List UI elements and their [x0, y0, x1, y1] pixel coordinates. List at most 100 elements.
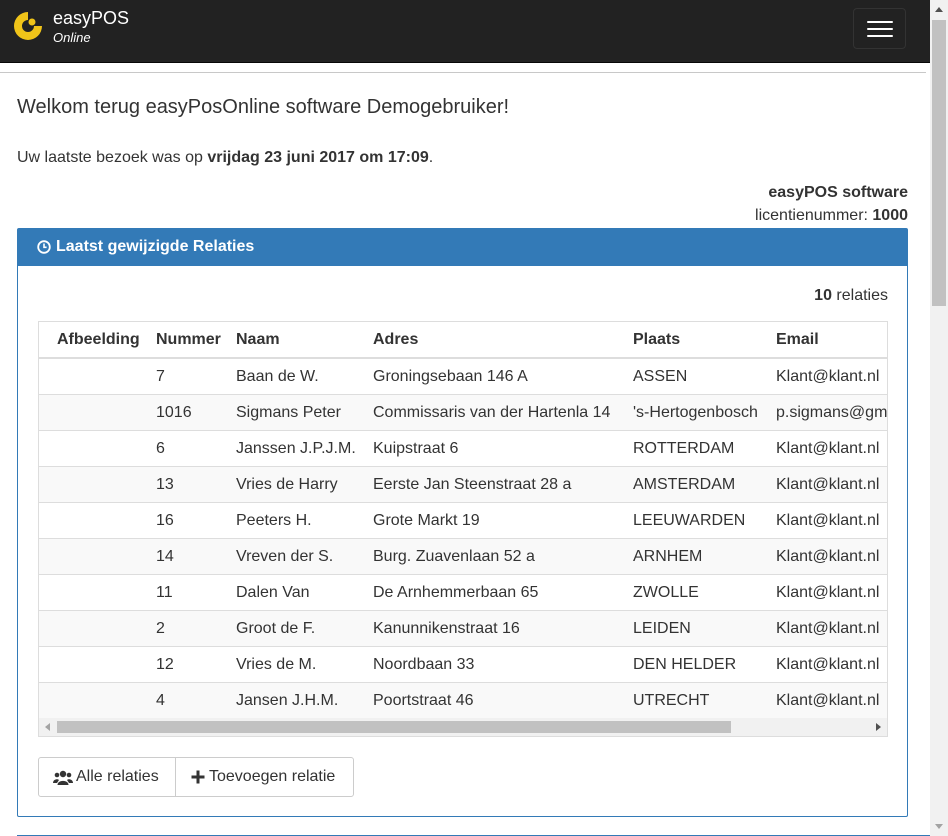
column-header[interactable]: Adres: [373, 331, 418, 349]
cell-city: UTRECHT: [633, 692, 710, 709]
cell-name: Groot de F.: [236, 620, 316, 637]
relations-count: 10 relaties: [814, 287, 888, 305]
cell-name: Vries de M.: [236, 656, 317, 673]
license-number: 1000: [872, 207, 908, 224]
table-row[interactable]: 6 Janssen J.P.J.M. Kuipstraat 6 ROTTERDAM Kl…: [39, 430, 887, 467]
brand-name[interactable]: easyPOS: [53, 8, 129, 29]
cell-city: AMSTERDAM: [633, 476, 736, 493]
last-visit-prefix: Uw laatste bezoek was op: [17, 149, 208, 166]
last-visit-text: Uw laatste bezoek was op vrijdag 23 juni…: [17, 149, 433, 167]
cell-city: DEN HELDER: [633, 656, 737, 673]
cell-name: Jansen J.H.M.: [236, 692, 339, 709]
column-header[interactable]: Email: [776, 331, 819, 349]
cell-city: ZWOLLE: [633, 584, 699, 601]
column-header[interactable]: Afbeelding: [57, 331, 140, 349]
cell-city: ASSEN: [633, 368, 688, 385]
panel-heading: Laatst gewijzigde Relaties: [18, 229, 907, 266]
cell-number: 2: [156, 620, 165, 637]
license-info: licentienummer: 1000: [755, 207, 908, 225]
cell-email: Klant@klant.nl: [776, 656, 880, 673]
welcome-message: Welkom terug easyPosOnline software Demo…: [17, 96, 510, 118]
scroll-up-icon[interactable]: [935, 7, 943, 12]
cell-email: Klant@klant.nl: [776, 584, 880, 601]
recent-relations-panel: Laatst gewijzigde Relaties 10 relaties A…: [17, 228, 908, 817]
scroll-right-icon[interactable]: [876, 723, 881, 731]
easypos-logo-icon[interactable]: [12, 10, 44, 42]
cell-email: Klant@klant.nl: [776, 548, 880, 565]
cell-city: 's-Hertogenbosch: [633, 404, 758, 421]
cell-name: Dalen Van: [236, 584, 310, 601]
cell-city: LEIDEN: [633, 620, 691, 637]
cell-number: 6: [156, 440, 165, 457]
cell-number: 13: [156, 476, 174, 493]
cell-name: Peeters H.: [236, 512, 312, 529]
page-scroll-thumb[interactable]: [932, 20, 946, 306]
table-horizontal-scrollbar[interactable]: [39, 718, 887, 736]
cell-number: 12: [156, 656, 174, 673]
cell-address: Kuipstraat 6: [373, 440, 459, 457]
cell-email: p.sigmans@gm: [776, 404, 888, 421]
cell-name: Vries de Harry: [236, 476, 338, 493]
cell-email: Klant@klant.nl: [776, 476, 880, 493]
cell-name: Vreven der S.: [236, 548, 334, 565]
page-vertical-scrollbar[interactable]: [930, 0, 948, 836]
table-row[interactable]: 7 Baan de W. Groningsebaan 146 A ASSEN Klant…: [39, 358, 887, 395]
table-row[interactable]: 14 Vreven der S. Burg. Zuavenlaan 52 a ARNH…: [39, 538, 887, 575]
column-header[interactable]: Nummer: [156, 331, 221, 349]
cell-name: Sigmans Peter: [236, 404, 341, 421]
company-name: easyPOS software: [768, 184, 908, 201]
table-header: Afbeelding Nummer Naam Adres Plaats Emai…: [39, 322, 887, 359]
add-relation-label: Toevoegen relatie: [209, 768, 336, 785]
cell-number: 1016: [156, 404, 192, 421]
divider: [0, 72, 926, 73]
panel-title: Laatst gewijzigde Relaties: [56, 238, 255, 255]
table-row[interactable]: 12 Vries de M. Noordbaan 33 DEN HELDER Klant…: [39, 646, 887, 683]
cell-address: Commissaris van der Hartenla 14: [373, 404, 611, 421]
all-relations-button[interactable]: Alle relaties: [38, 757, 176, 797]
cell-number: 7: [156, 368, 165, 385]
cell-address: Eerste Jan Steenstraat 28 a: [373, 476, 572, 493]
brand-subtitle[interactable]: Online: [53, 30, 91, 45]
add-relation-button[interactable]: Toevoegen relatie: [175, 757, 354, 797]
cell-city: ARNHEM: [633, 548, 703, 565]
cell-city: ROTTERDAM: [633, 440, 735, 457]
all-relations-label: Alle relaties: [76, 768, 159, 785]
count-value: 10: [814, 287, 832, 304]
table-row[interactable]: 1016 Sigmans Peter Commissaris van der Har…: [39, 394, 888, 431]
cell-name: Baan de W.: [236, 368, 319, 385]
plus-icon: [191, 770, 205, 784]
license-label: licentienummer:: [755, 207, 873, 224]
cell-email: Klant@klant.nl: [776, 692, 880, 709]
cell-email: Klant@klant.nl: [776, 620, 880, 637]
column-header[interactable]: Plaats: [633, 331, 680, 349]
cell-email: Klant@klant.nl: [776, 368, 880, 385]
scroll-down-icon[interactable]: [935, 824, 943, 829]
cell-name: Janssen J.P.J.M.: [236, 440, 356, 457]
scroll-thumb[interactable]: [57, 721, 731, 733]
hamburger-icon: [867, 21, 893, 23]
last-visit-suffix: .: [428, 149, 434, 166]
relations-table-wrapper: Afbeelding Nummer Naam Adres Plaats Emai…: [38, 321, 888, 737]
cell-address: Noordbaan 33: [373, 656, 475, 673]
table-row[interactable]: 16 Peeters H. Grote Markt 19 LEEUWARDEN Klan…: [39, 502, 887, 539]
cell-city: LEEUWARDEN: [633, 512, 746, 529]
cell-address: Poortstraat 46: [373, 692, 474, 709]
table-row[interactable]: 13 Vries de Harry Eerste Jan Steenstraat 2…: [39, 466, 887, 503]
cell-address: Kanunnikenstraat 16: [373, 620, 520, 637]
cell-number: 14: [156, 548, 174, 565]
table-row[interactable]: 4 Jansen J.H.M. Poortstraat 46 UTRECHT Klant…: [39, 682, 887, 719]
last-visit-date: vrijdag 23 juni 2017 om 17:09: [207, 149, 429, 166]
page-content: Welkom terug easyPosOnline software Demo…: [0, 63, 930, 836]
cell-address: De Arnhemmerbaan 65: [373, 584, 539, 601]
menu-toggle-button[interactable]: [853, 8, 906, 49]
cell-number: 4: [156, 692, 165, 709]
cell-email: Klant@klant.nl: [776, 512, 880, 529]
column-header[interactable]: Naam: [236, 331, 280, 349]
clock-icon: [37, 240, 51, 254]
cell-address: Grote Markt 19: [373, 512, 480, 529]
table-row[interactable]: 11 Dalen Van De Arnhemmerbaan 65 ZWOLLE Klan…: [39, 574, 887, 611]
cell-address: Burg. Zuavenlaan 52 a: [373, 548, 535, 565]
scroll-left-icon[interactable]: [45, 723, 50, 731]
table-row[interactable]: 2 Groot de F. Kanunnikenstraat 16 LEIDEN Kla…: [39, 610, 887, 647]
users-icon: [53, 770, 73, 785]
